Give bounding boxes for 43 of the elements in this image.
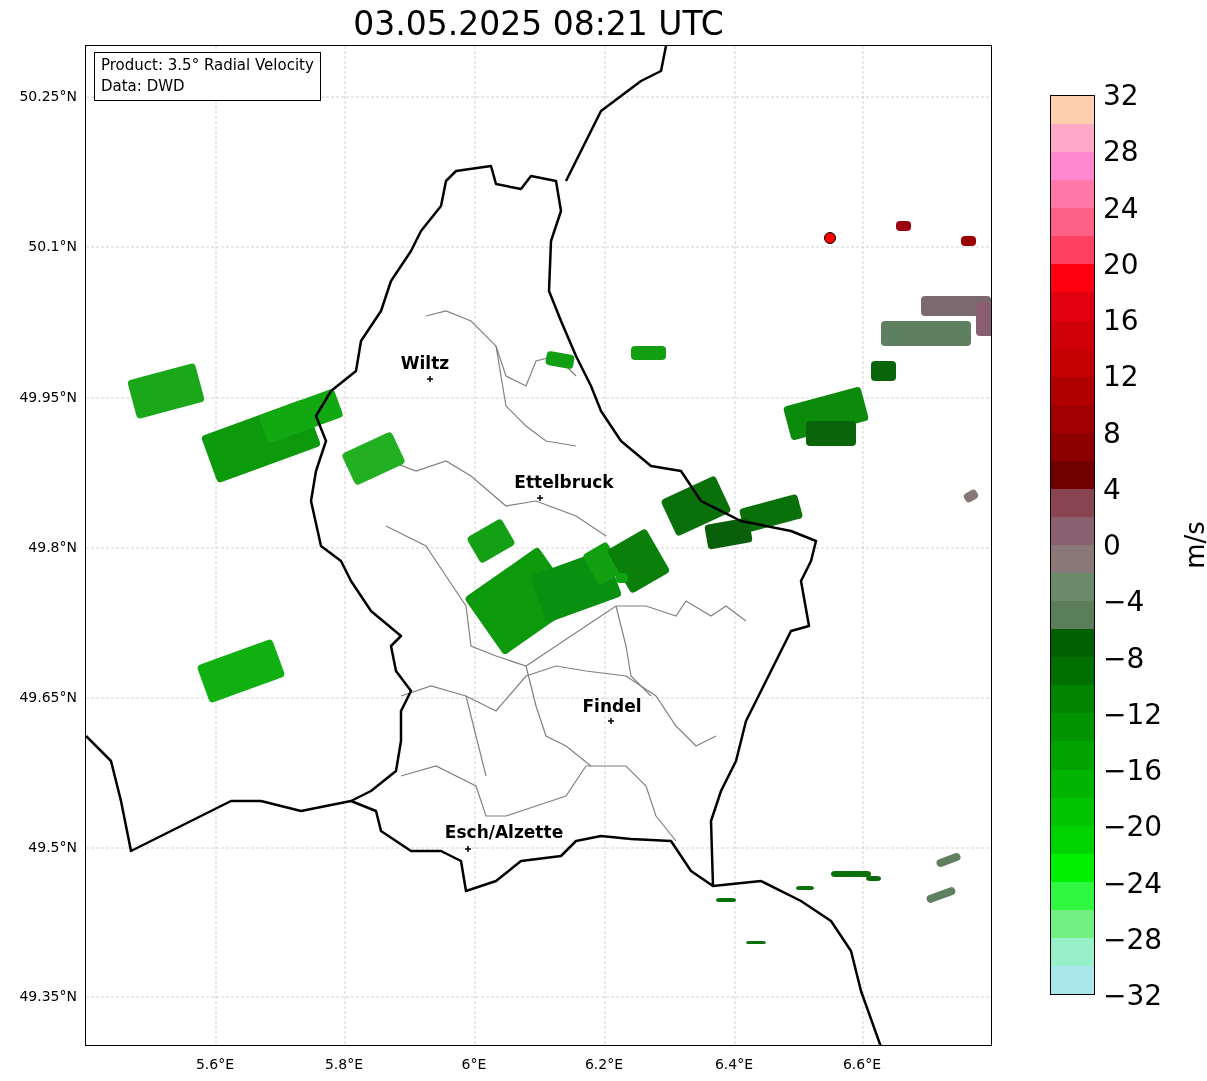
colorbar-tick-label: 20 bbox=[1103, 247, 1139, 281]
colorbar-tick-label: −12 bbox=[1103, 697, 1163, 731]
city-marker-icon bbox=[426, 375, 434, 383]
colorbar-tick-label: −16 bbox=[1103, 753, 1163, 787]
colorbar-tick-label: −28 bbox=[1103, 922, 1163, 956]
colorbar-tick-label: 24 bbox=[1103, 191, 1139, 224]
longitude-label: 5.6°E bbox=[195, 1056, 235, 1072]
city-marker-icon bbox=[607, 717, 615, 725]
city-label: Findel bbox=[582, 696, 642, 716]
colorbar-tick-label: −32 bbox=[1103, 978, 1163, 1012]
city-marker-icon bbox=[464, 845, 472, 853]
latitude-label: 49.5°N bbox=[28, 839, 77, 855]
colorbar-unit-label: m/s bbox=[1180, 521, 1207, 569]
colorbar-tick-label: −20 bbox=[1103, 809, 1163, 843]
info-text: Data: DWD bbox=[101, 76, 186, 97]
colorbar-tick-label: −24 bbox=[1103, 866, 1163, 899]
longitude-label: 6.4°E bbox=[714, 1056, 754, 1072]
colorbar-tick-label: 8 bbox=[1103, 416, 1121, 449]
latitude-label: 49.65°N bbox=[19, 689, 77, 705]
colorbar-tick-label: −4 bbox=[1103, 584, 1145, 618]
longitude-label: 6.6°E bbox=[842, 1056, 882, 1072]
colorbar-tick-label: −8 bbox=[1103, 641, 1145, 674]
latitude-label: 50.25°N bbox=[19, 88, 77, 104]
latitude-label: 49.8°N bbox=[28, 539, 77, 555]
longitude-label: 6.2°E bbox=[584, 1056, 624, 1072]
colorbar-tick-label: 32 bbox=[1103, 78, 1139, 112]
colorbar-tick-label: 12 bbox=[1103, 359, 1139, 393]
latitude-label: 50.1°N bbox=[28, 238, 77, 254]
longitude-label: 6°E bbox=[461, 1056, 487, 1072]
city-label: Esch/Alzette bbox=[444, 822, 564, 842]
city-marker-icon bbox=[536, 494, 544, 502]
colorbar-tick-label: 28 bbox=[1103, 134, 1139, 168]
colorbar-tick-label: 0 bbox=[1103, 528, 1121, 562]
latitude-label: 49.95°N bbox=[19, 389, 77, 405]
info-text: Product: 3.5° Radial Velocity bbox=[101, 55, 314, 76]
city-label: Ettelbruck bbox=[514, 472, 614, 492]
latitude-label: 49.35°N bbox=[19, 988, 77, 1004]
radar-site-marker bbox=[824, 232, 836, 244]
colorbar-tick-label: 4 bbox=[1103, 472, 1121, 506]
chart-title: 03.05.2025 08:21 UTC bbox=[352, 3, 725, 45]
colorbar-tick-label: 16 bbox=[1103, 303, 1139, 337]
city-label: Wiltz bbox=[400, 353, 450, 373]
longitude-label: 5.8°E bbox=[324, 1056, 364, 1072]
